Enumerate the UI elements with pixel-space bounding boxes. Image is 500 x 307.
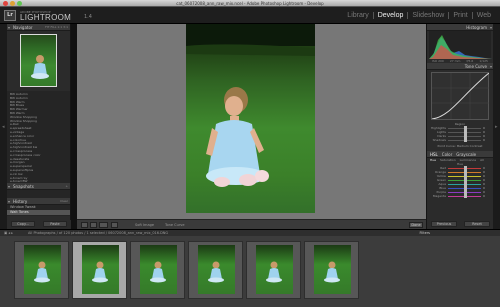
navigator-preview[interactable] bbox=[7, 31, 70, 91]
image-canvas[interactable] bbox=[77, 24, 426, 219]
snapshots-header[interactable]: ▾ Snapshots + bbox=[7, 183, 70, 190]
tab-grayscale[interactable]: Grayscale bbox=[456, 151, 476, 157]
filmstrip-header: ▣ ◂ ▸ All Photographs / of 120 photos / … bbox=[0, 229, 500, 236]
filmstrip-thumbnail[interactable] bbox=[304, 241, 359, 299]
hsl-slider-magenta[interactable]: Magenta 0 bbox=[430, 194, 490, 198]
paste-button[interactable]: Paste bbox=[43, 221, 67, 227]
expand-triangle-icon: ▾ bbox=[8, 199, 11, 204]
history-title: History bbox=[13, 199, 28, 204]
left-panel: ▾ Navigator FIT FILL 1:1 3:1 BW Autumn B… bbox=[7, 24, 71, 229]
window-titlebar: cat_06072008_ann_raw_mix.ncel - Adobe Ph… bbox=[0, 0, 500, 7]
module-print[interactable]: Print bbox=[448, 12, 471, 19]
loupe-view-icon[interactable] bbox=[81, 222, 88, 228]
navigator-thumbnail bbox=[20, 34, 57, 87]
before-after-split-icon[interactable] bbox=[99, 222, 108, 228]
filmstrip-thumbnail[interactable] bbox=[14, 241, 69, 299]
module-slideshow[interactable]: Slideshow bbox=[407, 12, 448, 19]
done-button[interactable]: Done bbox=[409, 222, 423, 228]
before-after-icon[interactable] bbox=[90, 222, 97, 228]
thumbnail-image bbox=[314, 245, 351, 294]
filmstrip-thumbnail[interactable] bbox=[130, 241, 185, 299]
right-panel: Histogram ▾ ISO 200 27 mm f/5.6 1/125 To… bbox=[426, 24, 493, 229]
thumbnail-image bbox=[140, 245, 177, 294]
history-header[interactable]: ▾ History Clear bbox=[7, 198, 70, 205]
tab-hsl[interactable]: HSL bbox=[430, 151, 438, 157]
copy-button[interactable]: Copy... bbox=[11, 221, 35, 227]
slider-shadows[interactable]: Shadows 0 bbox=[430, 138, 490, 142]
module-develop[interactable]: Develop bbox=[372, 12, 408, 19]
module-picker: Library Develop Slideshow Print Web bbox=[343, 12, 495, 19]
navigator-title: Navigator bbox=[13, 25, 33, 30]
module-web[interactable]: Web bbox=[471, 12, 495, 19]
right-panel-toggle[interactable]: ▸ bbox=[493, 24, 500, 229]
zoom-options[interactable]: FIT FILL 1:1 3:1 bbox=[45, 24, 68, 31]
filmstrip-thumbnail[interactable] bbox=[188, 241, 243, 299]
tone-curve-title: Tone Curve bbox=[464, 64, 487, 69]
thumbnail-image bbox=[198, 245, 235, 294]
add-snapshot-icon[interactable]: + bbox=[65, 183, 68, 190]
thumbnail-image bbox=[82, 245, 119, 294]
filmstrip-thumbnail[interactable] bbox=[246, 241, 301, 299]
identity-plate: Lr ADOBE PHOTOSHOP LIGHTROOM 1.4 Library… bbox=[0, 7, 500, 24]
clear-history-button[interactable]: Clear bbox=[60, 198, 68, 205]
previous-button[interactable]: Previous bbox=[431, 221, 457, 227]
tone-sliders: Highlights 0 Lights 0 Darks 0 Shadows 0 bbox=[427, 126, 493, 142]
histogram[interactable] bbox=[429, 31, 492, 59]
snapshots-title: Snapshots bbox=[13, 184, 34, 189]
histogram-header[interactable]: Histogram ▾ bbox=[427, 24, 493, 31]
subtab-all[interactable]: All bbox=[480, 158, 484, 162]
expand-triangle-icon: ▾ bbox=[489, 64, 492, 69]
expand-triangle-icon: ▾ bbox=[8, 184, 11, 189]
previous-reset-bar: Previous Reset bbox=[427, 220, 494, 229]
app-version: 1.4 bbox=[84, 14, 92, 20]
snapshots-list bbox=[7, 190, 70, 198]
develop-toolbar: Soft Image Tone Curve Done bbox=[77, 219, 426, 229]
lightroom-logo-icon: Lr bbox=[4, 10, 16, 21]
copy-paste-bar: Copy... Paste bbox=[7, 220, 71, 229]
history-list: Window Tweak Wait Tones bbox=[7, 205, 70, 216]
thumbnail-image bbox=[24, 245, 61, 294]
history-item[interactable]: Wait Tones bbox=[7, 210, 70, 215]
expand-triangle-icon: ▾ bbox=[8, 25, 11, 30]
navigator-header[interactable]: ▾ Navigator FIT FILL 1:1 3:1 bbox=[7, 24, 70, 31]
subtab-hue[interactable]: Hue bbox=[430, 158, 436, 162]
subtab-saturation[interactable]: Saturation bbox=[440, 158, 456, 162]
logo-name: LIGHTROOM bbox=[20, 13, 72, 22]
main-photo[interactable] bbox=[186, 24, 315, 213]
module-library[interactable]: Library bbox=[343, 12, 372, 19]
left-panel-toggle[interactable]: ◂ bbox=[0, 24, 7, 229]
tone-curve-label[interactable]: Tone Curve bbox=[165, 221, 185, 229]
collapse-left-icon: ◂ bbox=[2, 124, 5, 130]
tone-curve-graph[interactable] bbox=[431, 72, 490, 120]
point-curve-select[interactable]: Point Curve: Medium Contrast bbox=[427, 144, 493, 148]
tab-color[interactable]: Color bbox=[442, 151, 452, 157]
window-title: cat_06072008_ann_raw_mix.ncel - Adobe Ph… bbox=[176, 1, 324, 6]
histogram-title: Histogram bbox=[466, 25, 487, 30]
tone-curve-header[interactable]: Tone Curve ▾ bbox=[427, 63, 493, 70]
filmstrip bbox=[0, 236, 500, 307]
hsl-header[interactable]: HSL Color Grayscale bbox=[427, 151, 493, 158]
crop-tool-icon[interactable] bbox=[111, 222, 118, 228]
presets-list: BW Autumn BW Autumn BW Warm BW Blues BW … bbox=[7, 91, 70, 183]
expand-triangle-icon: ▾ bbox=[489, 25, 492, 30]
soft-proof-label[interactable]: Soft Image bbox=[135, 221, 154, 229]
collapse-right-icon: ▸ bbox=[495, 124, 498, 130]
filmstrip-thumbnail[interactable] bbox=[72, 241, 127, 299]
thumbnail-image bbox=[256, 245, 293, 294]
reset-button[interactable]: Reset bbox=[464, 221, 490, 227]
hsl-sliders: Red 0 Orange 0 Yellow 0 Green 0 Aqua 0 Blue 0 Purple… bbox=[427, 166, 493, 198]
